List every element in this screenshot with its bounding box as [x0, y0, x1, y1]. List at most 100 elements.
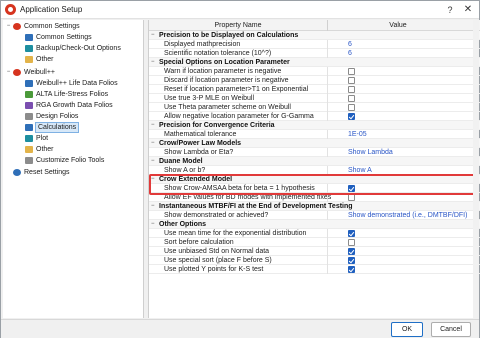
- property-name: Use unbiased Std on Normal data: [164, 248, 270, 255]
- column-divider: [327, 193, 328, 202]
- property-row[interactable]: Allow negative location parameter for G-…: [149, 112, 480, 121]
- category-row[interactable]: − Precision for Convergence Criteria: [149, 121, 480, 130]
- property-value[interactable]: Show A: [348, 166, 372, 175]
- property-checkbox[interactable]: [348, 248, 355, 255]
- property-name: Show demonstrated or achieved?: [164, 212, 269, 219]
- property-checkbox[interactable]: [348, 185, 355, 192]
- property-value[interactable]: 1E-05: [348, 130, 367, 139]
- design-icon: [25, 113, 33, 120]
- property-name: Use Theta parameter scheme on Weibull: [164, 104, 291, 111]
- calculator-icon: [25, 124, 33, 131]
- category-label: Precision for Convergence Criteria: [159, 122, 275, 129]
- property-row[interactable]: Reset if location parameter>T1 on Expone…: [149, 85, 480, 94]
- collapse-icon[interactable]: −: [151, 58, 157, 67]
- column-divider: [327, 184, 328, 193]
- close-button[interactable]: ✕: [461, 3, 475, 17]
- property-value[interactable]: 6: [348, 40, 352, 49]
- property-name: Discard if location parameter is negativ…: [164, 77, 289, 84]
- property-checkbox[interactable]: [348, 77, 355, 84]
- application-setup-window: Application Setup ? ✕ − Common Settings …: [0, 0, 480, 338]
- collapse-icon[interactable]: −: [151, 157, 157, 166]
- collapse-icon[interactable]: −: [151, 175, 157, 184]
- column-divider: [327, 112, 328, 121]
- collapse-icon[interactable]: −: [151, 121, 157, 130]
- collapse-icon[interactable]: −: [5, 68, 12, 77]
- property-checkbox[interactable]: [348, 194, 355, 201]
- property-checkbox[interactable]: [348, 104, 355, 111]
- folder-icon: [25, 146, 33, 153]
- collapse-icon[interactable]: −: [151, 220, 157, 229]
- category-row[interactable]: − Precision to be Displayed on Calculatio…: [149, 31, 480, 40]
- category-row[interactable]: − Duane Model: [149, 157, 480, 166]
- help-button[interactable]: ?: [443, 3, 457, 17]
- collapse-icon[interactable]: −: [151, 139, 157, 148]
- property-checkbox[interactable]: [348, 113, 355, 120]
- category-row[interactable]: − Other Options: [149, 220, 480, 229]
- vertical-scrollbar[interactable]: [473, 20, 479, 318]
- property-name: Displayed mathprecision: [164, 41, 241, 48]
- property-row[interactable]: Allow EF values for BD modes with implem…: [149, 193, 480, 202]
- collapse-icon[interactable]: −: [151, 31, 157, 40]
- app-logo-icon: [5, 4, 16, 15]
- property-name: Reset if location parameter>T1 on Expone…: [164, 86, 309, 93]
- property-checkbox[interactable]: [348, 239, 355, 246]
- property-row[interactable]: Sort before calculation: [149, 238, 480, 247]
- property-value[interactable]: 6: [348, 49, 352, 58]
- grid-header: Property Name Value: [149, 20, 480, 31]
- column-divider: [327, 85, 328, 94]
- column-divider: [327, 130, 328, 139]
- property-name: Use true 3-P MLE on Weibull: [164, 95, 255, 102]
- property-row[interactable]: Show A or b?Show A▼: [149, 166, 480, 175]
- property-row[interactable]: Warn if location parameter is negative: [149, 67, 480, 76]
- category-label: Special Options on Location Parameter: [159, 59, 290, 66]
- property-name: Use mean time for the exponential distri…: [164, 230, 307, 237]
- property-grid: Property Name Value − Precision to be Dis…: [148, 20, 480, 318]
- property-name: Use special sort (place F before S): [164, 257, 272, 264]
- plot-icon: [25, 135, 33, 142]
- property-checkbox[interactable]: [348, 68, 355, 75]
- property-value[interactable]: Show demonstrated (i.e., DMTBF/DFI): [348, 211, 467, 220]
- ok-button[interactable]: OK: [391, 322, 423, 337]
- property-value[interactable]: Show Lambda: [348, 148, 393, 157]
- property-checkbox[interactable]: [348, 86, 355, 93]
- property-checkbox[interactable]: [348, 257, 355, 264]
- property-name: Allow EF values for BD modes with implem…: [164, 194, 332, 201]
- cancel-button[interactable]: Cancel: [431, 322, 471, 337]
- settings-icon: [25, 34, 33, 41]
- grid-rows: − Precision to be Displayed on Calculatio…: [149, 31, 480, 274]
- property-checkbox[interactable]: [348, 95, 355, 102]
- property-row[interactable]: Use Theta parameter scheme on Weibull: [149, 103, 480, 112]
- property-row[interactable]: Scientific notation tolerance (10^?)6▼: [149, 49, 480, 58]
- tools-icon: [25, 157, 33, 164]
- property-row[interactable]: Use plotted Y points for K-S test: [149, 265, 480, 274]
- property-row[interactable]: Discard if location parameter is negativ…: [149, 76, 480, 85]
- collapse-icon[interactable]: −: [151, 202, 157, 211]
- column-header-property[interactable]: Property Name: [149, 20, 327, 31]
- settings-tree: − Common Settings Common Settings Backup…: [3, 20, 144, 318]
- property-name: Use plotted Y points for K-S test: [164, 266, 264, 273]
- property-row[interactable]: Show Crow-AMSAA beta for beta = 1 hypoth…: [149, 184, 480, 193]
- category-row[interactable]: − Special Options on Location Parameter: [149, 58, 480, 67]
- column-header-value[interactable]: Value: [328, 20, 468, 31]
- column-divider: [327, 76, 328, 85]
- property-row[interactable]: Use unbiased Std on Normal data: [149, 247, 480, 256]
- category-row[interactable]: − Crow/Power Law Models: [149, 139, 480, 148]
- category-row[interactable]: − Crow Extended Model: [149, 175, 480, 184]
- property-row[interactable]: Mathematical tolerance 1E-05: [149, 130, 480, 139]
- property-row[interactable]: Displayed mathprecision6▼: [149, 40, 480, 49]
- column-divider: [327, 49, 328, 58]
- collapse-icon[interactable]: −: [5, 22, 12, 31]
- property-row[interactable]: Use special sort (place F before S): [149, 256, 480, 265]
- column-divider: [327, 103, 328, 112]
- property-row[interactable]: Use true 3-P MLE on Weibull: [149, 94, 480, 103]
- rga-icon: [25, 102, 33, 109]
- property-checkbox[interactable]: [348, 266, 355, 273]
- property-checkbox[interactable]: [348, 230, 355, 237]
- property-row[interactable]: Use mean time for the exponential distri…: [149, 229, 480, 238]
- property-row[interactable]: Show demonstrated or achieved? Show demon…: [149, 211, 480, 220]
- category-label: Instantaneous MTBF/FI at the End of Deve…: [159, 203, 353, 210]
- folder-icon: [25, 56, 33, 63]
- category-row[interactable]: − Instantaneous MTBF/FI at the End of Dev…: [149, 202, 480, 211]
- title-bar: Application Setup ? ✕: [1, 1, 479, 19]
- property-row[interactable]: Show Lambda or Eta?Show Lambda▼: [149, 148, 480, 157]
